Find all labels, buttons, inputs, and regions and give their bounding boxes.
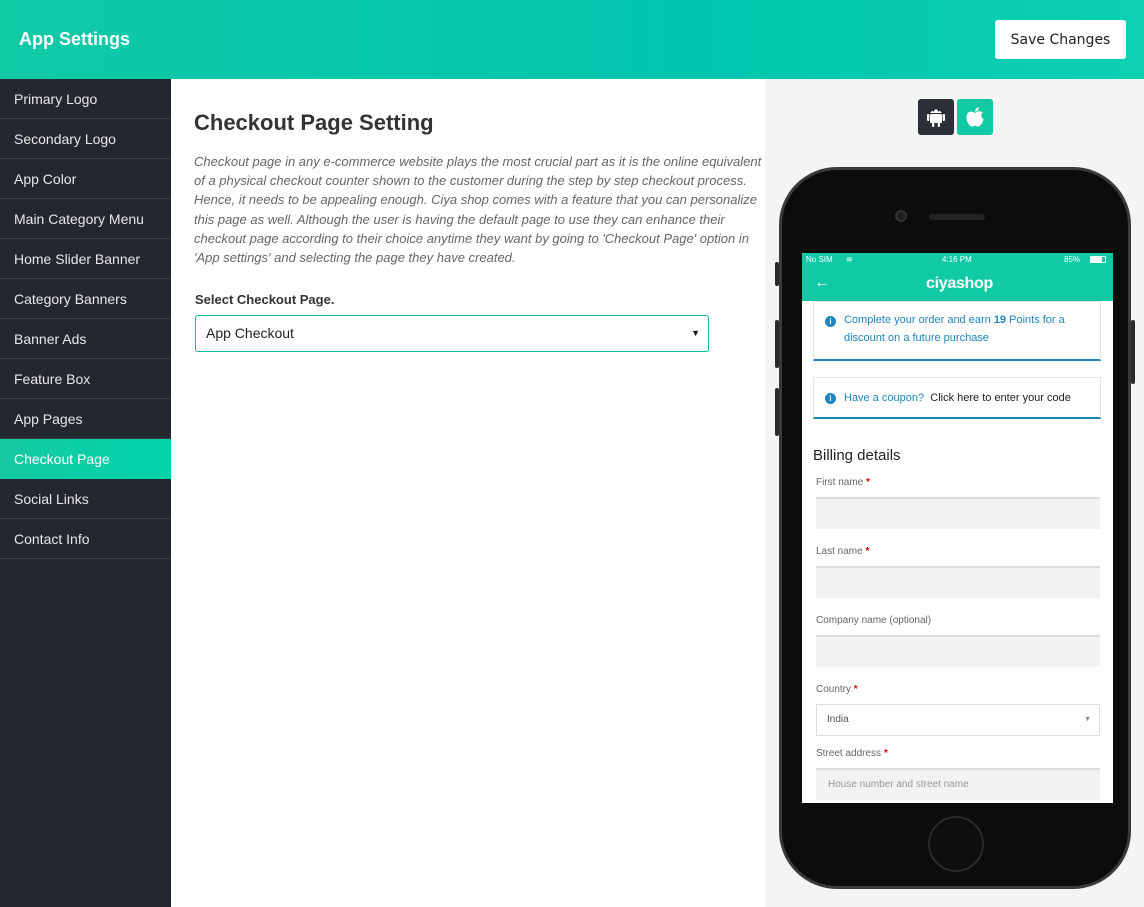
brand-logo: ciyashop — [926, 275, 993, 292]
sidebar-item-contact-info[interactable]: Contact Info — [0, 519, 171, 559]
page-description: Checkout page in any e-commerce website … — [194, 154, 762, 266]
sidebar-item-feature-box[interactable]: Feature Box — [0, 359, 171, 399]
first-name-input[interactable] — [816, 497, 1100, 529]
street-address-label: Street address * — [816, 748, 888, 759]
sidebar: Primary Logo Secondary Logo App Color Ma… — [0, 79, 171, 907]
points-notice: i Complete your order and earn 19 Points… — [813, 301, 1101, 361]
sidebar-item-secondary-logo[interactable]: Secondary Logo — [0, 119, 171, 159]
last-name-input[interactable] — [816, 566, 1100, 598]
coupon-link[interactable]: Click here to enter your code — [930, 392, 1071, 404]
phone-volume-down — [775, 388, 779, 436]
chevron-down-icon: ▼ — [691, 328, 700, 338]
phone-mockup: No SIM ≋ 4:16 PM 85% ← ciyashop i Comple… — [775, 167, 1135, 889]
apple-platform-button[interactable] — [957, 99, 993, 135]
page-title: Checkout Page Setting — [194, 110, 434, 135]
chevron-down-icon: ▼ — [1084, 716, 1091, 723]
sidebar-item-app-color[interactable]: App Color — [0, 159, 171, 199]
phone-status-bar: No SIM ≋ 4:16 PM 85% — [802, 253, 1113, 267]
phone-speaker — [929, 214, 985, 220]
battery-icon — [1090, 256, 1106, 263]
info-icon: i — [825, 393, 836, 404]
company-name-label: Company name (optional) — [816, 615, 932, 626]
phone-home-button — [928, 816, 984, 872]
info-icon: i — [825, 316, 836, 327]
country-label: Country * — [816, 684, 858, 695]
sidebar-item-primary-logo[interactable]: Primary Logo — [0, 79, 171, 119]
company-name-input[interactable] — [816, 635, 1100, 667]
status-battery: 85% — [1064, 255, 1081, 264]
android-icon — [927, 109, 945, 127]
wifi-icon: ≋ — [846, 255, 853, 264]
country-value: India — [827, 714, 849, 725]
apple-icon — [966, 107, 984, 127]
checkout-select-label: Select Checkout Page. — [195, 292, 335, 307]
back-arrow-icon[interactable]: ← — [814, 274, 830, 292]
phone-volume-up — [775, 320, 779, 368]
street-address-input[interactable]: House number and street name — [816, 768, 1100, 800]
sidebar-item-social-links[interactable]: Social Links — [0, 479, 171, 519]
billing-title: Billing details — [813, 447, 901, 464]
phone-app-bar: ← ciyashop — [802, 267, 1113, 301]
last-name-label: Last name * — [816, 546, 870, 557]
phone-screen: No SIM ≋ 4:16 PM 85% ← ciyashop i Comple… — [802, 253, 1113, 803]
sidebar-item-home-slider-banner[interactable]: Home Slider Banner — [0, 239, 171, 279]
status-carrier: No SIM — [806, 255, 833, 264]
app-title: App Settings — [19, 29, 130, 49]
save-changes-button[interactable]: Save Changes — [995, 20, 1126, 59]
android-platform-button[interactable] — [918, 99, 954, 135]
country-select[interactable]: India ▼ — [816, 704, 1100, 736]
coupon-notice-text: Have a coupon? Click here to enter your … — [844, 389, 1104, 407]
sidebar-item-banner-ads[interactable]: Banner Ads — [0, 319, 171, 359]
status-time: 4:16 PM — [942, 255, 972, 264]
coupon-question: Have a coupon? — [844, 392, 925, 404]
points-notice-text: Complete your order and earn 19 Points f… — [844, 314, 1065, 344]
sidebar-item-main-category-menu[interactable]: Main Category Menu — [0, 199, 171, 239]
phone-power-button — [1131, 320, 1135, 384]
sidebar-item-app-pages[interactable]: App Pages — [0, 399, 171, 439]
phone-preview-panel: No SIM ≋ 4:16 PM 85% ← ciyashop i Comple… — [765, 79, 1144, 907]
checkout-select-value: App Checkout — [206, 325, 294, 341]
sidebar-item-checkout-page[interactable]: Checkout Page — [0, 439, 171, 479]
coupon-notice: i Have a coupon? Click here to enter you… — [813, 377, 1101, 419]
top-bar: App Settings Save Changes — [0, 0, 1144, 79]
first-name-label: First name * — [816, 477, 870, 488]
phone-mute-switch — [775, 262, 779, 286]
sidebar-item-category-banners[interactable]: Category Banners — [0, 279, 171, 319]
main-content: Checkout Page Setting Checkout page in a… — [171, 79, 765, 907]
phone-camera — [895, 210, 907, 222]
checkout-page-select[interactable]: App Checkout ▼ — [195, 315, 709, 352]
